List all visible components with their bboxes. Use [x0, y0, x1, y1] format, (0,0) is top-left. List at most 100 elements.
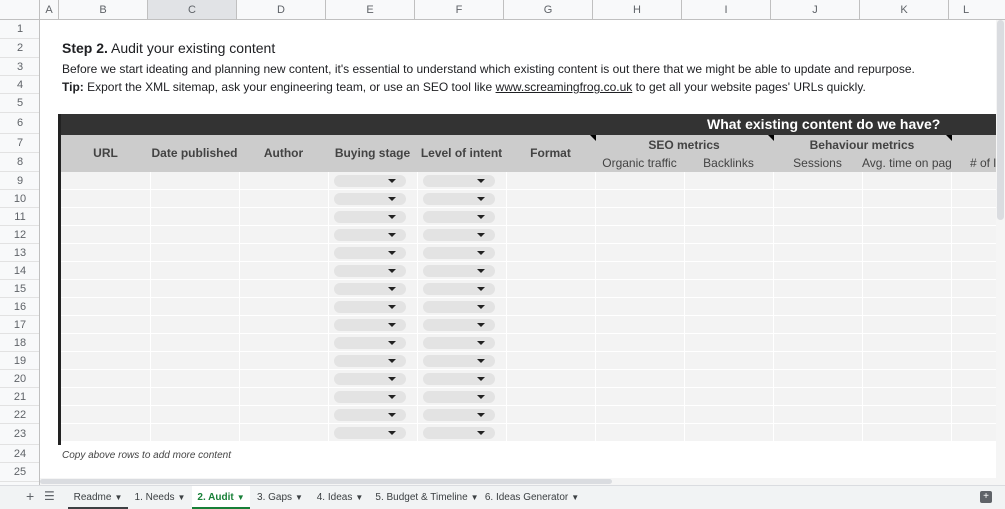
row-header[interactable]: 9 — [0, 172, 39, 190]
buying-stage-dropdown[interactable] — [334, 319, 406, 331]
vertical-scroll-thumb[interactable] — [997, 20, 1004, 220]
tab-budget-timeline[interactable]: 5. Budget & Timeline ▼ — [372, 486, 482, 509]
column-header-i[interactable]: I — [682, 0, 771, 19]
row-header[interactable]: 1 — [0, 20, 39, 39]
buying-stage-dropdown[interactable] — [334, 427, 406, 439]
column-header-g[interactable]: G — [504, 0, 593, 19]
row-header[interactable]: 15 — [0, 280, 39, 298]
header-behaviour-metrics[interactable]: Behaviour metrics — [773, 136, 951, 154]
row-header[interactable]: 14 — [0, 262, 39, 280]
column-header-k[interactable]: K — [860, 0, 949, 19]
level-of-intent-dropdown[interactable] — [423, 319, 495, 331]
level-of-intent-dropdown[interactable] — [423, 247, 495, 259]
table-row[interactable] — [61, 406, 996, 424]
row-header[interactable]: 16 — [0, 298, 39, 316]
level-of-intent-dropdown[interactable] — [423, 283, 495, 295]
table-row[interactable] — [61, 172, 996, 190]
table-row[interactable] — [61, 190, 996, 208]
row-header[interactable]: 4 — [0, 76, 39, 94]
column-header-c[interactable]: C — [148, 0, 237, 19]
level-of-intent-dropdown[interactable] — [423, 373, 495, 385]
header-date-published[interactable]: Date published — [150, 135, 239, 172]
add-sheet-icon[interactable]: + — [26, 488, 34, 504]
note-indicator[interactable] — [590, 135, 596, 141]
row-header[interactable]: 19 — [0, 352, 39, 370]
column-header-a[interactable]: A — [40, 0, 59, 19]
buying-stage-dropdown[interactable] — [334, 211, 406, 223]
level-of-intent-dropdown[interactable] — [423, 355, 495, 367]
table-row[interactable] — [61, 208, 996, 226]
header-avg-time-on-page[interactable]: Avg. time on page — [862, 154, 951, 172]
buying-stage-dropdown[interactable] — [334, 355, 406, 367]
row-header[interactable]: 10 — [0, 190, 39, 208]
table-row[interactable] — [61, 244, 996, 262]
row-header[interactable]: 21 — [0, 388, 39, 406]
level-of-intent-dropdown[interactable] — [423, 427, 495, 439]
header-sessions[interactable]: Sessions — [773, 154, 862, 172]
buying-stage-dropdown[interactable] — [334, 229, 406, 241]
table-row[interactable] — [61, 388, 996, 406]
column-header-l[interactable]: L — [949, 0, 1005, 19]
level-of-intent-dropdown[interactable] — [423, 337, 495, 349]
row-header[interactable]: 17 — [0, 316, 39, 334]
tab-readme[interactable]: Readme ▼ — [68, 486, 128, 509]
row-header[interactable]: 24 — [0, 445, 39, 463]
row-header[interactable]: 8 — [0, 153, 39, 172]
row-header[interactable]: 22 — [0, 406, 39, 424]
row-header[interactable]: 2 — [0, 39, 39, 58]
table-row[interactable] — [61, 424, 996, 442]
table-row[interactable] — [61, 226, 996, 244]
column-header-e[interactable]: E — [326, 0, 415, 19]
header-number-of[interactable]: # of l — [951, 154, 996, 172]
row-header[interactable]: 12 — [0, 226, 39, 244]
buying-stage-dropdown[interactable] — [334, 265, 406, 277]
table-row[interactable] — [61, 316, 996, 334]
all-sheets-icon[interactable]: ☰ — [44, 489, 55, 503]
row-header[interactable]: 18 — [0, 334, 39, 352]
table-row[interactable] — [61, 280, 996, 298]
tab-ideas-generator[interactable]: 6. Ideas Generator ▼ — [484, 486, 580, 509]
level-of-intent-dropdown[interactable] — [423, 301, 495, 313]
column-header-b[interactable]: B — [59, 0, 148, 19]
level-of-intent-dropdown[interactable] — [423, 175, 495, 187]
table-row[interactable] — [61, 352, 996, 370]
header-backlinks[interactable]: Backlinks — [684, 154, 773, 172]
buying-stage-dropdown[interactable] — [334, 175, 406, 187]
header-url[interactable]: URL — [61, 135, 150, 172]
horizontal-scrollbar[interactable] — [40, 478, 996, 485]
buying-stage-dropdown[interactable] — [334, 373, 406, 385]
column-header-d[interactable]: D — [237, 0, 326, 19]
level-of-intent-dropdown[interactable] — [423, 265, 495, 277]
row-header[interactable]: 11 — [0, 208, 39, 226]
buying-stage-dropdown[interactable] — [334, 409, 406, 421]
row-header[interactable]: 25 — [0, 463, 39, 482]
column-header-h[interactable]: H — [593, 0, 682, 19]
row-header[interactable]: 5 — [0, 94, 39, 113]
buying-stage-dropdown[interactable] — [334, 193, 406, 205]
row-header[interactable]: 23 — [0, 424, 39, 445]
tab-ideas[interactable]: 4. Ideas ▼ — [310, 486, 370, 509]
horizontal-scroll-thumb[interactable] — [40, 479, 612, 484]
select-all-corner[interactable] — [0, 0, 40, 20]
level-of-intent-dropdown[interactable] — [423, 229, 495, 241]
tab-audit[interactable]: 2. Audit ▼ — [192, 486, 250, 509]
tab-needs[interactable]: 1. Needs ▼ — [130, 486, 190, 509]
buying-stage-dropdown[interactable] — [334, 283, 406, 295]
table-row[interactable] — [61, 262, 996, 280]
level-of-intent-dropdown[interactable] — [423, 391, 495, 403]
header-author[interactable]: Author — [239, 135, 328, 172]
row-header[interactable]: 6 — [0, 113, 39, 134]
header-level-of-intent[interactable]: Level of intent — [417, 135, 506, 172]
vertical-scrollbar[interactable] — [996, 20, 1005, 485]
header-format[interactable]: Format — [506, 135, 595, 172]
note-indicator[interactable] — [768, 135, 774, 141]
table-row[interactable] — [61, 298, 996, 316]
buying-stage-dropdown[interactable] — [334, 247, 406, 259]
note-indicator[interactable] — [946, 135, 952, 141]
table-row[interactable] — [61, 370, 996, 388]
header-seo-metrics[interactable]: SEO metrics — [595, 136, 773, 154]
row-header[interactable]: 3 — [0, 58, 39, 76]
table-row[interactable] — [61, 334, 996, 352]
buying-stage-dropdown[interactable] — [334, 337, 406, 349]
screamingfrog-link[interactable]: www.screamingfrog.co.uk — [496, 80, 633, 94]
